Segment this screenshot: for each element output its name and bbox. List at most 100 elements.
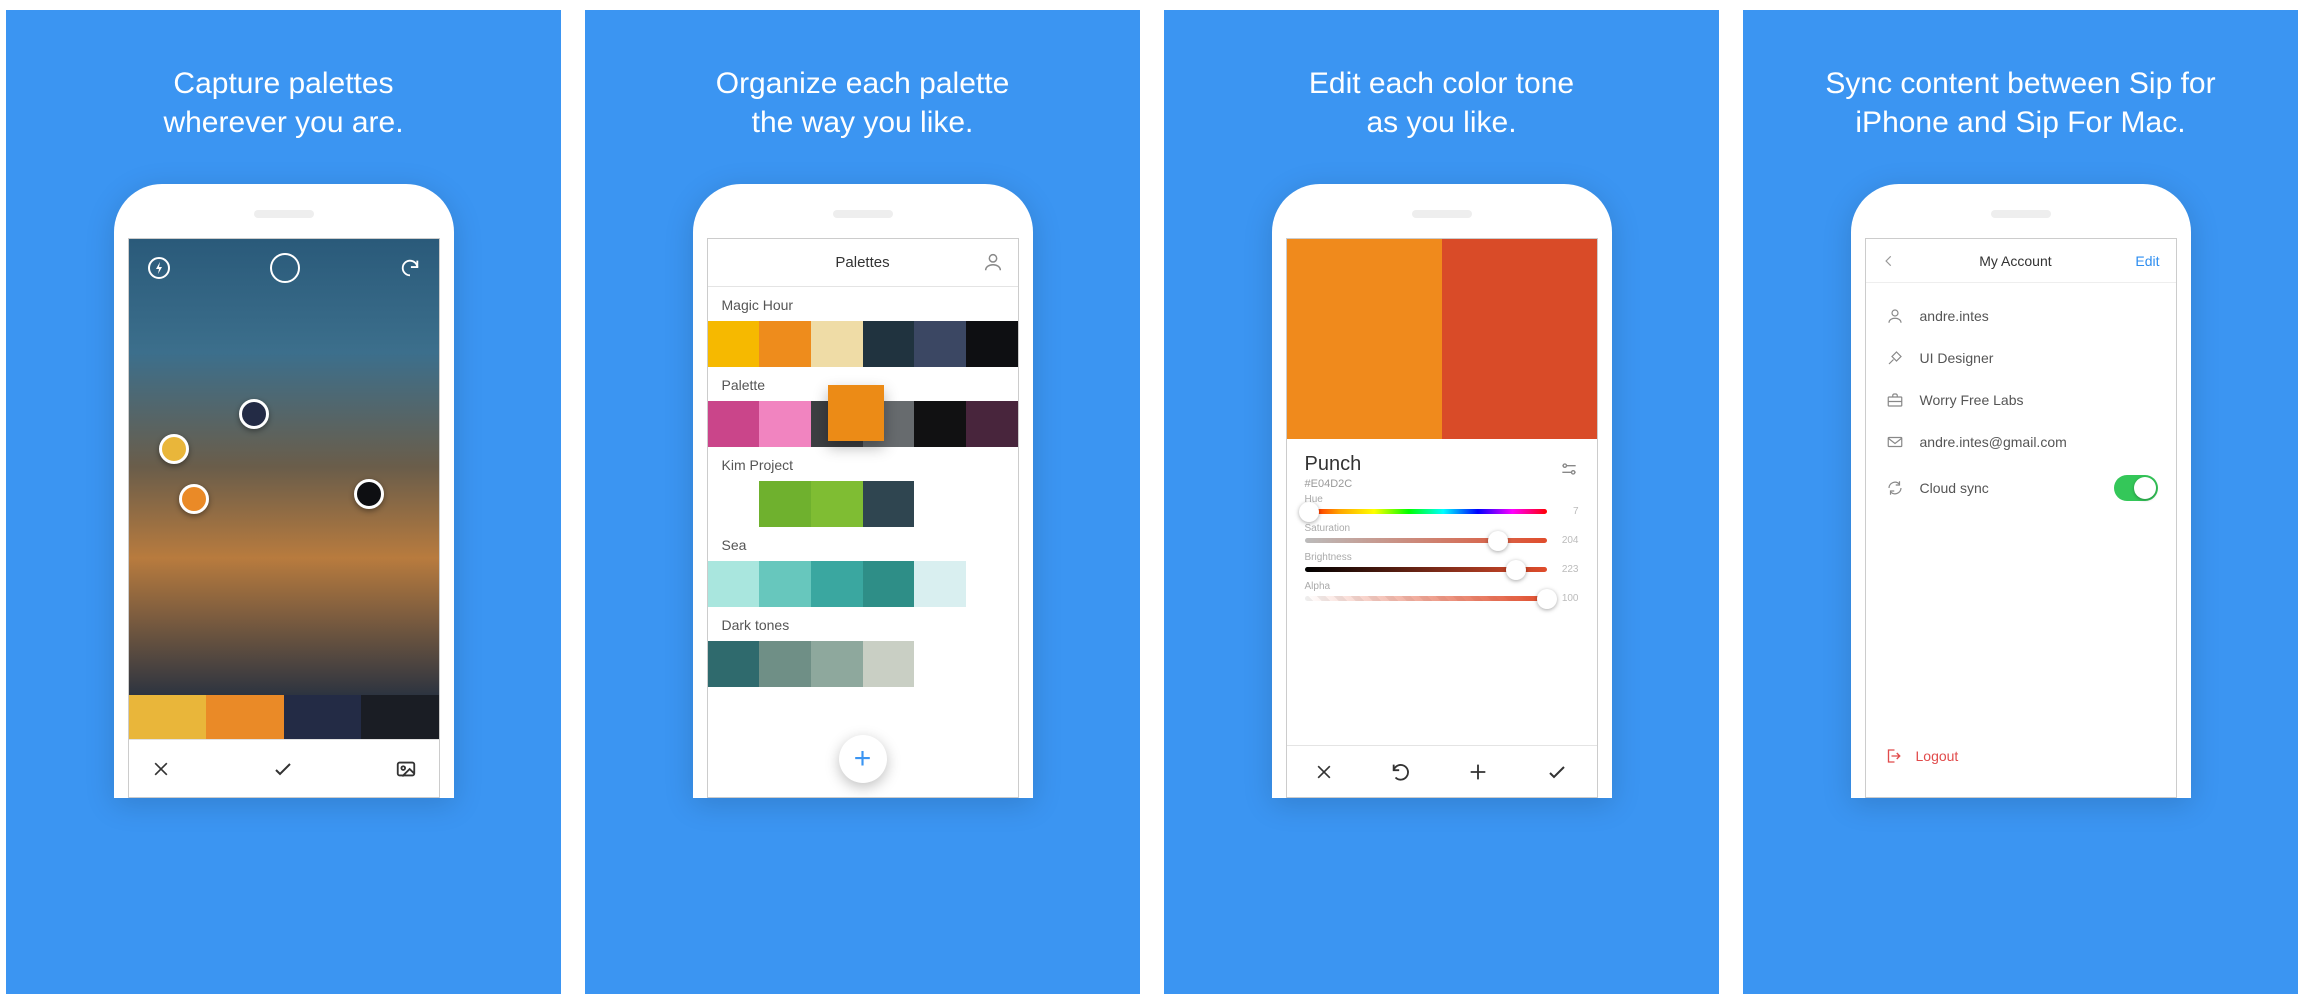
palette-swatch[interactable] (966, 561, 1018, 607)
account-screen: My Account Edit andre.intes UI Designer … (1865, 238, 2177, 798)
sliders-settings-icon[interactable] (1559, 459, 1579, 479)
logout-label: Logout (1916, 748, 1959, 764)
panel-edit: Edit each color tone as you like. Punch … (1164, 10, 1719, 994)
slider-thumb[interactable] (1299, 502, 1319, 522)
palette-swatch[interactable] (708, 641, 760, 687)
slider-track[interactable] (1305, 596, 1547, 601)
palette-swatch[interactable] (708, 561, 760, 607)
palette-row[interactable] (708, 561, 1018, 607)
briefcase-icon (1884, 391, 1906, 409)
palette-row[interactable] (708, 481, 1018, 527)
color-hex: #E04D2C (1305, 478, 1579, 490)
palette-swatch[interactable] (759, 641, 811, 687)
slider-label: Alpha (1305, 581, 1331, 592)
panel-sync: Sync content between Sip for iPhone and … (1743, 10, 2298, 994)
account-body: andre.intes UI Designer Worry Free Labs … (1866, 283, 2176, 797)
palette-swatch[interactable] (811, 321, 863, 367)
palette-swatch[interactable] (863, 481, 915, 527)
palette-swatch[interactable] (708, 401, 760, 447)
slider-track[interactable] (1305, 538, 1547, 543)
header-title: Palettes (835, 254, 889, 271)
flash-icon[interactable] (147, 256, 171, 280)
palette-swatch[interactable] (863, 641, 915, 687)
palette-swatch[interactable] (966, 401, 1018, 447)
slider-thumb[interactable] (1537, 589, 1557, 609)
palette-swatch[interactable] (759, 401, 811, 447)
palette-swatch[interactable] (914, 481, 966, 527)
color-sample-dot[interactable] (179, 484, 209, 514)
close-icon[interactable] (1314, 762, 1334, 782)
phone-frame: Palettes Magic HourPaletteKim ProjectSea… (693, 184, 1033, 798)
person-icon (1884, 307, 1906, 325)
cloud-sync-toggle[interactable] (2114, 475, 2158, 501)
account-company-row: Worry Free Labs (1884, 391, 2158, 409)
palette-swatch[interactable] (708, 321, 760, 367)
account-role-row: UI Designer (1884, 349, 2158, 367)
confirm-icon[interactable] (271, 757, 295, 781)
color-sample-dot[interactable] (159, 434, 189, 464)
palette-swatch[interactable] (811, 561, 863, 607)
alpha-slider[interactable]: Alpha100 (1305, 593, 1579, 604)
palette-swatch[interactable] (914, 321, 966, 367)
palette-swatch[interactable] (759, 481, 811, 527)
add-icon[interactable] (1467, 761, 1489, 783)
palette-swatch[interactable] (759, 321, 811, 367)
palette-swatch[interactable] (966, 641, 1018, 687)
role-value: UI Designer (1920, 350, 1994, 366)
saturation-slider[interactable]: Saturation204 (1305, 535, 1579, 546)
email-value: andre.intes@gmail.com (1920, 434, 2067, 450)
brightness-slider[interactable]: Brightness223 (1305, 564, 1579, 575)
add-palette-button[interactable]: + (839, 735, 887, 783)
color-sample-dot[interactable] (354, 479, 384, 509)
color-sample-dot[interactable] (239, 399, 269, 429)
back-icon[interactable] (1882, 254, 1896, 268)
palette-title[interactable]: Sea (708, 527, 1018, 561)
cloud-sync-row: Cloud sync (1884, 475, 2158, 501)
palette-row[interactable] (708, 641, 1018, 687)
caption: Edit each color tone as you like. (1289, 64, 1594, 142)
slider-value: 100 (1557, 593, 1579, 604)
account-header: My Account Edit (1866, 239, 2176, 283)
panel-organize: Organize each palette the way you like. … (585, 10, 1140, 994)
panel-capture: Capture palettes wherever you are. (6, 10, 561, 994)
palette-swatch[interactable] (863, 321, 915, 367)
refresh-icon[interactable] (399, 257, 421, 279)
palette-swatch[interactable] (914, 401, 966, 447)
undo-icon[interactable] (1390, 761, 1412, 783)
edit-button[interactable]: Edit (2135, 253, 2159, 269)
palette-list[interactable]: Magic HourPaletteKim ProjectSeaDark tone… (708, 287, 1018, 797)
slider-thumb[interactable] (1488, 531, 1508, 551)
palette-title[interactable]: Kim Project (708, 447, 1018, 481)
palette-swatch[interactable] (811, 641, 863, 687)
slider-value: 223 (1557, 564, 1579, 575)
gallery-icon[interactable] (395, 758, 417, 780)
palette-swatch[interactable] (966, 481, 1018, 527)
palette-swatch[interactable] (759, 561, 811, 607)
slider-value: 204 (1557, 535, 1579, 546)
palette-title[interactable]: Magic Hour (708, 287, 1018, 321)
palette-title[interactable]: Dark tones (708, 607, 1018, 641)
palette-swatch[interactable] (708, 481, 760, 527)
logout-button[interactable]: Logout (1884, 747, 2158, 773)
palette-swatch[interactable] (966, 321, 1018, 367)
palette-row[interactable] (708, 321, 1018, 367)
phone-frame: Punch #E04D2C Hue7Saturation204Brightnes… (1272, 184, 1612, 798)
phone-frame: My Account Edit andre.intes UI Designer … (1851, 184, 2191, 798)
slider-track[interactable] (1305, 509, 1547, 514)
confirm-icon[interactable] (1545, 760, 1569, 784)
close-icon[interactable] (151, 759, 171, 779)
account-title: My Account (1896, 253, 2136, 269)
dragging-swatch[interactable] (828, 385, 884, 441)
camera-viewfinder[interactable] (129, 239, 439, 695)
palette-swatch[interactable] (863, 561, 915, 607)
palette-swatch[interactable] (811, 481, 863, 527)
palette-swatch[interactable] (914, 641, 966, 687)
slider-thumb[interactable] (1506, 560, 1526, 580)
hue-slider[interactable]: Hue7 (1305, 506, 1579, 517)
organize-screen: Palettes Magic HourPaletteKim ProjectSea… (707, 238, 1019, 798)
account-icon[interactable] (982, 251, 1004, 273)
palette-swatch[interactable] (914, 561, 966, 607)
capture-center-circle[interactable] (270, 253, 300, 283)
edit-screen: Punch #E04D2C Hue7Saturation204Brightnes… (1286, 238, 1598, 798)
slider-track[interactable] (1305, 567, 1547, 572)
